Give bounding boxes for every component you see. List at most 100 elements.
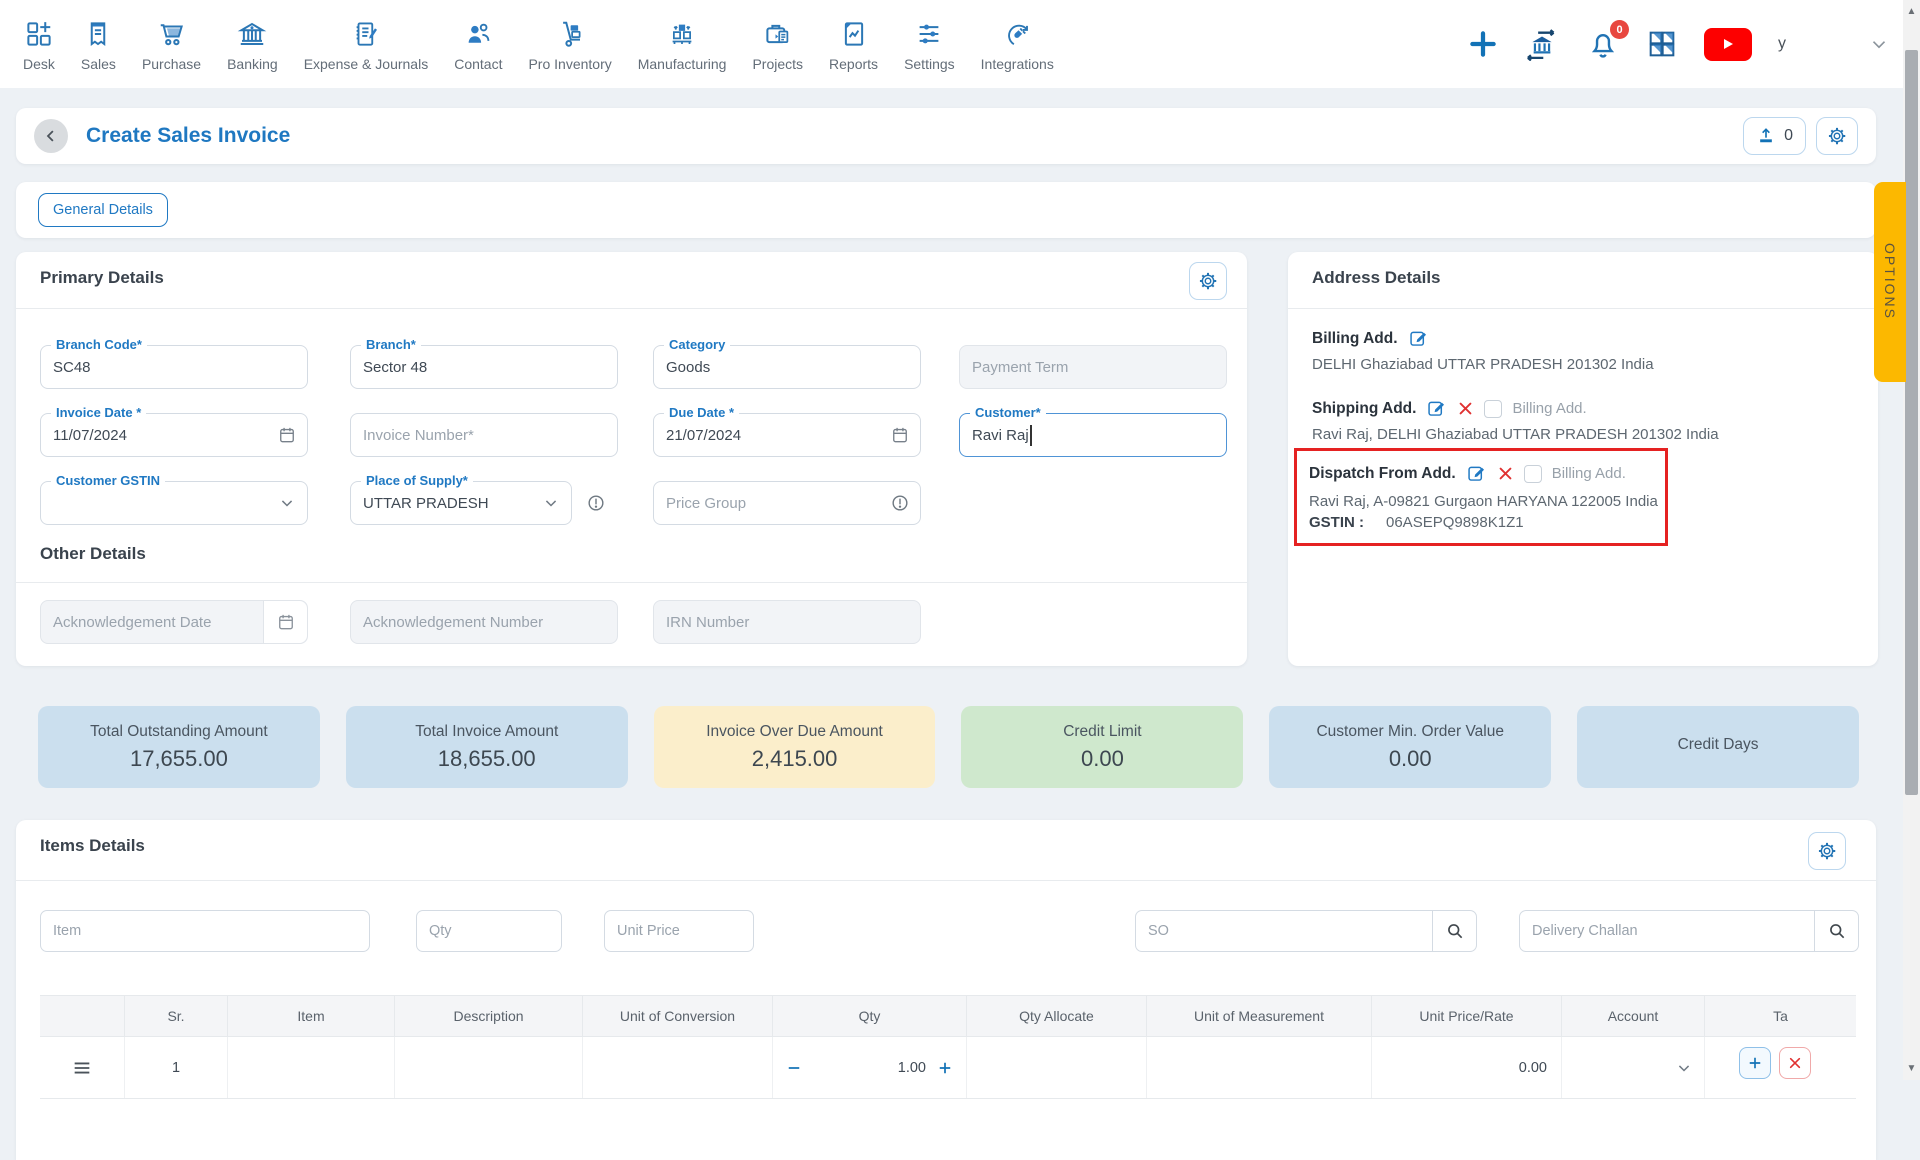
qty-value[interactable]: 1.00 [898, 1060, 926, 1076]
invoice-number-field[interactable] [350, 413, 618, 457]
category-input[interactable] [654, 346, 920, 388]
scroll-up-arrow[interactable]: ▲ [1903, 6, 1920, 17]
nav-item-purchase[interactable]: Purchase [129, 16, 214, 72]
remove-shipping-address-icon[interactable] [1457, 400, 1474, 417]
payment-term-input[interactable] [960, 346, 1226, 388]
qty-decrement-button[interactable] [785, 1059, 803, 1077]
row-account-select[interactable] [1562, 1037, 1705, 1098]
invoice-date-field[interactable]: Invoice Date * [40, 405, 308, 457]
row-qty-allocate-cell[interactable] [967, 1037, 1147, 1098]
calendar-icon[interactable] [277, 425, 297, 445]
due-date-field[interactable]: Due Date * [653, 405, 921, 457]
nav-item-projects[interactable]: Projects [739, 16, 816, 72]
nav-item-sales[interactable]: Sales [68, 16, 129, 72]
edit-dispatch-address-icon[interactable] [1466, 463, 1487, 484]
nav-item-expense-journals[interactable]: Expense & Journals [291, 16, 442, 72]
branch-input[interactable] [351, 346, 617, 388]
category-field[interactable]: Category [653, 337, 921, 389]
irn-number-input[interactable] [654, 601, 920, 643]
primary-details-settings-button[interactable] [1189, 262, 1227, 300]
customer-gstin-input[interactable] [41, 482, 277, 524]
scrollbar-thumb[interactable] [1905, 50, 1918, 795]
nav-item-pro-inventory[interactable]: Pro Inventory [515, 16, 624, 72]
invoice-date-input[interactable] [41, 414, 277, 456]
remove-dispatch-address-icon[interactable] [1497, 465, 1514, 482]
acknowledgement-date-input[interactable] [41, 601, 263, 643]
quick-add-icon[interactable] [1468, 29, 1498, 59]
nav-item-reports[interactable]: Reports [816, 16, 891, 72]
chevron-down-icon[interactable] [277, 493, 297, 513]
account-chevron-down-icon[interactable] [1868, 33, 1890, 55]
options-side-tab[interactable]: OPTIONS [1874, 182, 1906, 382]
acknowledgement-date-field[interactable] [40, 600, 308, 644]
nav-item-contact[interactable]: Contact [441, 16, 515, 72]
page-scrollbar[interactable]: ▲ ▼ [1903, 0, 1920, 1080]
search-icon [1829, 924, 1844, 939]
add-row-button[interactable] [1739, 1047, 1771, 1079]
nav-item-settings[interactable]: Settings [891, 16, 968, 72]
calendar-icon[interactable] [890, 425, 910, 445]
due-date-input[interactable] [654, 414, 890, 456]
customer-gstin-field[interactable]: Customer GSTIN [40, 473, 308, 525]
place-of-supply-field[interactable]: Place of Supply* [350, 473, 572, 525]
page-settings-button[interactable] [1816, 117, 1858, 155]
scroll-down-arrow[interactable]: ▼ [1903, 1063, 1920, 1074]
price-group-info-icon[interactable] [890, 493, 910, 513]
qty-filter-input[interactable] [417, 911, 561, 951]
so-search-field[interactable] [1135, 910, 1477, 952]
place-of-supply-info-icon[interactable] [586, 493, 606, 513]
branch-code-input[interactable] [41, 346, 307, 388]
tab-general-details[interactable]: General Details [38, 193, 168, 227]
so-search-button[interactable] [1432, 911, 1476, 951]
edit-billing-address-icon[interactable] [1408, 328, 1429, 349]
item-filter-field[interactable] [40, 910, 370, 952]
row-unit-price-cell[interactable]: 0.00 [1372, 1037, 1562, 1098]
youtube-button[interactable] [1704, 27, 1752, 61]
edit-shipping-address-icon[interactable] [1426, 398, 1447, 419]
bank-transfer-icon[interactable] [1524, 27, 1560, 61]
apps-grid-icon[interactable] [1646, 28, 1678, 60]
nav-item-manufacturing[interactable]: Manufacturing [625, 16, 740, 72]
row-unit-measurement-cell[interactable] [1147, 1037, 1372, 1098]
delivery-challan-search-input[interactable] [1520, 911, 1814, 951]
irn-number-field[interactable] [653, 600, 921, 644]
row-item-cell[interactable] [228, 1037, 395, 1098]
acknowledgement-number-input[interactable] [351, 601, 617, 643]
nav-item-desk[interactable]: Desk [10, 16, 68, 72]
place-of-supply-input[interactable] [351, 482, 541, 524]
nav-item-integrations[interactable]: Integrations [968, 16, 1067, 72]
customer-field[interactable]: Customer* [959, 405, 1227, 457]
acknowledgement-number-field[interactable] [350, 600, 618, 644]
notifications-button[interactable]: 0 [1586, 20, 1629, 61]
qty-increment-button[interactable] [936, 1059, 954, 1077]
items-settings-button[interactable] [1808, 832, 1846, 870]
unit-price-filter-field[interactable] [604, 910, 754, 952]
branch-field[interactable]: Branch* [350, 337, 618, 389]
invoice-number-input[interactable] [351, 414, 617, 456]
item-filter-input[interactable] [41, 911, 369, 951]
customer-input[interactable] [960, 414, 1226, 456]
branch-code-field[interactable]: Branch Code* [40, 337, 308, 389]
row-description-cell[interactable] [395, 1037, 583, 1098]
row-unit-conversion-cell[interactable] [583, 1037, 773, 1098]
shipping-same-as-billing-checkbox[interactable] [1484, 399, 1503, 418]
avatar[interactable]: y [1778, 35, 1786, 53]
payment-term-field[interactable] [959, 345, 1227, 389]
invoice-overdue-card: Invoice Over Due Amount 2,415.00 [653, 706, 936, 788]
so-search-input[interactable] [1136, 911, 1432, 951]
price-group-field[interactable] [653, 481, 921, 525]
row-drag-handle[interactable] [40, 1037, 125, 1098]
delivery-challan-search-field[interactable] [1519, 910, 1859, 952]
delete-row-button[interactable] [1779, 1047, 1811, 1079]
price-group-input[interactable] [654, 482, 890, 524]
qty-filter-field[interactable] [416, 910, 562, 952]
chevron-down-icon[interactable] [541, 493, 561, 513]
nav-item-banking[interactable]: Banking [214, 16, 291, 72]
dispatch-same-as-billing-checkbox[interactable] [1523, 464, 1542, 483]
unit-price-filter-input[interactable] [605, 911, 753, 951]
back-button[interactable] [34, 119, 68, 153]
total-outstanding-card: Total Outstanding Amount 17,655.00 [38, 706, 320, 788]
upload-button[interactable]: 0 [1743, 117, 1806, 155]
delivery-challan-search-button[interactable] [1814, 911, 1858, 951]
calendar-icon[interactable] [263, 601, 307, 643]
